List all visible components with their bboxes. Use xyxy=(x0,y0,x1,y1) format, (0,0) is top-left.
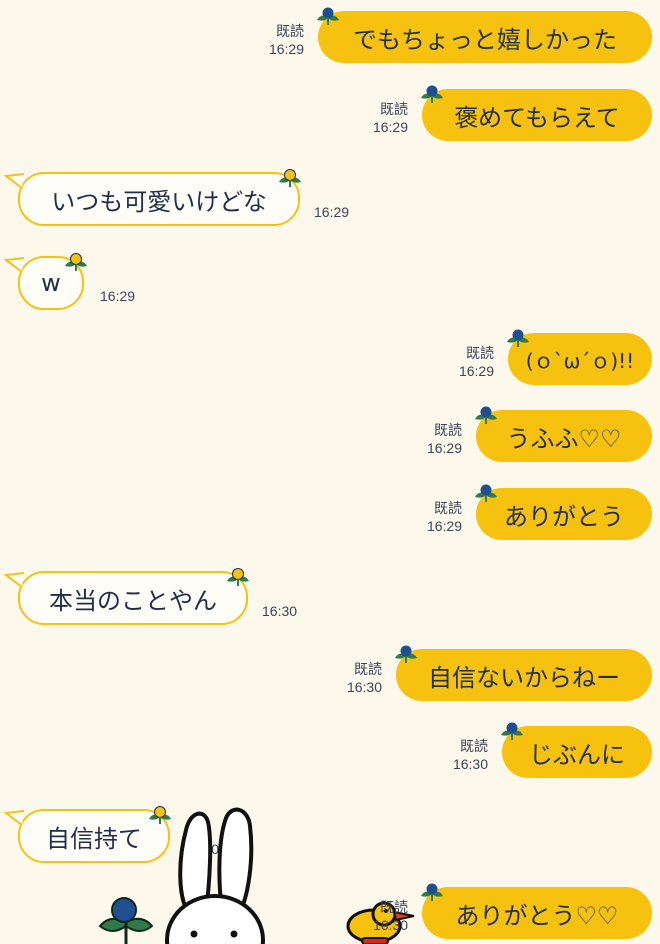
navy-flower-icon xyxy=(501,722,523,740)
read-label: 既読 xyxy=(460,738,488,754)
read-label: 既読 xyxy=(434,422,462,438)
message-text: じぶんに xyxy=(529,740,625,769)
message-bubble[interactable]: 褒めてもらえて xyxy=(422,89,652,141)
message-bubble[interactable]: うふふ♡♡ xyxy=(476,410,652,462)
navy-flower-icon xyxy=(475,406,497,424)
navy-flower-icon xyxy=(421,883,443,901)
read-meta: 既読 16:30 xyxy=(362,898,408,934)
message-bubble[interactable]: いつも可愛いけどな xyxy=(18,172,300,226)
message-time: 16:30 xyxy=(262,603,298,619)
navy-flower-icon xyxy=(507,329,529,347)
read-label: 既読 xyxy=(276,23,304,39)
read-meta: 既読 16:29 xyxy=(258,22,304,58)
message-bubble[interactable]: ありがとう♡♡ xyxy=(422,887,652,939)
navy-flower-icon xyxy=(395,645,417,663)
navy-flower-icon xyxy=(475,484,497,502)
message-time: 16:29 xyxy=(268,41,304,57)
message-time: 16:29 xyxy=(100,288,136,304)
message-text: w xyxy=(41,269,61,297)
read-label: 既読 xyxy=(354,661,382,677)
message-time: 16:29 xyxy=(458,363,494,379)
read-label: 既読 xyxy=(380,101,408,117)
bubble-tail xyxy=(4,810,25,826)
message-time: 16:30 xyxy=(372,917,408,933)
read-label: 既読 xyxy=(380,899,408,915)
message-time: 16:29 xyxy=(426,518,462,534)
message-time: 16:29 xyxy=(372,119,408,135)
message-text: ありがとう♡♡ xyxy=(455,901,619,930)
message-bubble[interactable]: 本当のことやん xyxy=(18,571,248,625)
message-time: 16:30 xyxy=(346,679,382,695)
yellow-flower-icon xyxy=(65,253,87,271)
yellow-flower-icon xyxy=(279,169,301,187)
message-text: 本当のことやん xyxy=(49,586,217,615)
miffy-bunny-icon xyxy=(165,807,265,944)
read-label: 既読 xyxy=(466,345,494,361)
bubble-tail xyxy=(4,257,25,273)
read-meta: 既読 16:29 xyxy=(448,344,494,380)
read-meta: 既読 16:30 xyxy=(442,737,488,773)
message-bubble[interactable]: 自信ないからねー xyxy=(396,649,652,701)
message-text: 自信持て xyxy=(46,824,142,853)
read-label: 既読 xyxy=(434,500,462,516)
read-meta: 既読 16:29 xyxy=(362,100,408,136)
message-text: 褒めてもらえて xyxy=(454,103,620,132)
yellow-flower-icon xyxy=(227,568,249,586)
navy-flower-icon xyxy=(317,7,339,25)
navy-flower-icon xyxy=(421,85,443,103)
message-bubble[interactable]: ありがとう xyxy=(476,488,652,540)
message-time: 16:29 xyxy=(426,440,462,456)
message-text: 自信ないからねー xyxy=(428,663,620,692)
message-bubble[interactable]: でもちょっと嬉しかった xyxy=(318,11,652,63)
message-text: (ｏ`ω´ｏ)!! xyxy=(525,348,635,373)
bubble-tail xyxy=(4,173,25,189)
message-text: いつも可愛いけどな xyxy=(51,187,267,216)
message-text: ありがとう xyxy=(504,502,624,531)
blue-tulip-icon xyxy=(98,897,154,944)
read-meta: 既読 16:30 xyxy=(336,660,382,696)
message-text: うふふ♡♡ xyxy=(506,424,622,453)
message-time: 16:30 xyxy=(452,756,488,772)
read-meta: 既読 16:29 xyxy=(416,421,462,457)
bubble-tail xyxy=(4,572,25,588)
message-time: 16:29 xyxy=(314,204,350,220)
read-meta: 既読 16:29 xyxy=(416,499,462,535)
message-text: でもちょっと嬉しかった xyxy=(353,25,617,54)
